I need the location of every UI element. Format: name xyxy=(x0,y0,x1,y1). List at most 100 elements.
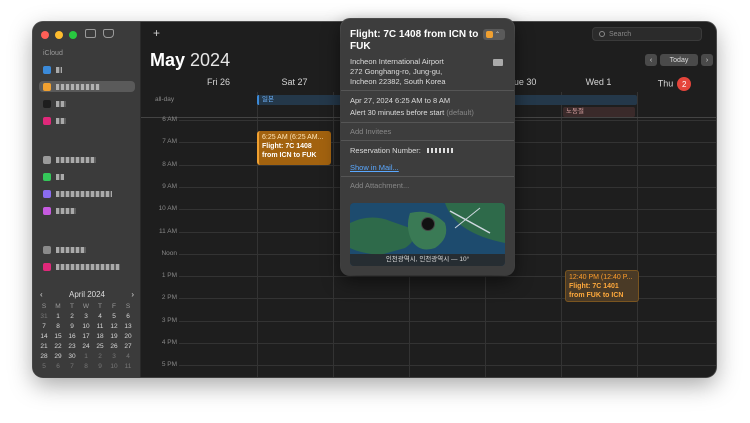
mini-day[interactable]: 15 xyxy=(51,332,65,341)
mini-day[interactable]: 5 xyxy=(107,312,121,321)
mini-day[interactable]: 1 xyxy=(79,352,93,361)
year-label: 2024 xyxy=(190,50,231,70)
mini-day[interactable]: 11 xyxy=(93,322,107,331)
location-address-line2: Incheon 22382, South Korea xyxy=(350,77,446,86)
prev-week-button[interactable]: ‹ xyxy=(645,54,657,66)
add-attachment-field[interactable]: Add Attachment... xyxy=(350,181,409,190)
calendar-item[interactable] xyxy=(43,244,86,255)
calendar-checkbox[interactable] xyxy=(43,172,51,181)
mini-day[interactable]: 6 xyxy=(51,362,65,371)
mini-day[interactable]: 31 xyxy=(37,312,51,321)
mini-day[interactable]: 22 xyxy=(51,342,65,351)
calendar-item[interactable] xyxy=(43,115,66,126)
mini-day[interactable]: 19 xyxy=(107,332,121,341)
inbox-icon[interactable] xyxy=(103,29,114,38)
calendar-name-redacted xyxy=(56,173,64,180)
mini-day[interactable]: 20 xyxy=(121,332,135,341)
mini-day[interactable]: 1 xyxy=(51,312,65,321)
video-camera-icon[interactable] xyxy=(493,59,503,66)
mini-day[interactable]: 24 xyxy=(79,342,93,351)
popover-date[interactable]: Apr 27, 2024 6:25 AM to 8 AM xyxy=(350,96,450,105)
mini-day[interactable]: 16 xyxy=(65,332,79,341)
calendar-checkbox[interactable] xyxy=(43,65,51,74)
calendar-checkbox[interactable] xyxy=(43,82,51,91)
mini-day[interactable]: 11 xyxy=(121,362,135,371)
calendar-color-picker[interactable]: ⌃ xyxy=(483,29,505,40)
close-button[interactable] xyxy=(41,31,49,39)
today-button[interactable]: Today xyxy=(660,54,698,66)
mini-next-button[interactable]: › xyxy=(131,290,134,299)
calendar-checkbox[interactable] xyxy=(43,116,51,125)
mini-day[interactable]: 8 xyxy=(51,322,65,331)
mini-day[interactable]: 25 xyxy=(93,342,107,351)
mini-day[interactable]: 4 xyxy=(93,312,107,321)
calendar-item[interactable] xyxy=(39,81,135,92)
mini-day[interactable]: 7 xyxy=(65,362,79,371)
mini-day[interactable]: 27 xyxy=(121,342,135,351)
day-header[interactable]: Wed 1 xyxy=(561,77,636,87)
mini-day[interactable]: 18 xyxy=(93,332,107,341)
mini-weekday: S xyxy=(125,303,131,310)
calendar-checkbox[interactable] xyxy=(43,155,51,164)
day-header[interactable]: Fri 26 xyxy=(181,77,256,87)
event-title: Flight: 7C 1408 xyxy=(262,143,312,150)
calendar-item[interactable] xyxy=(43,98,66,109)
mini-day[interactable]: 3 xyxy=(79,312,93,321)
search-field[interactable]: Search xyxy=(592,27,702,41)
event-flight-7c1408[interactable]: 6:25 AM (6:25 AM... Flight: 7C 1408 from… xyxy=(257,131,331,165)
minimize-button[interactable] xyxy=(55,31,63,39)
mini-day[interactable]: 23 xyxy=(65,342,79,351)
calendar-item[interactable] xyxy=(43,188,112,199)
add-invitees-field[interactable]: Add Invitees xyxy=(350,127,391,136)
mini-day[interactable]: 2 xyxy=(65,312,79,321)
calendar-item[interactable] xyxy=(43,261,120,272)
zoom-button[interactable] xyxy=(69,31,77,39)
mini-day[interactable]: 14 xyxy=(37,332,51,341)
event-time: 6:25 AM (6:25 AM... xyxy=(262,134,324,141)
mini-day[interactable]: 13 xyxy=(121,322,135,331)
calendar-list-icon[interactable] xyxy=(85,29,96,38)
hour-line xyxy=(179,343,716,344)
mini-day[interactable]: 3 xyxy=(107,352,121,361)
mini-day[interactable]: 9 xyxy=(65,322,79,331)
mini-day[interactable]: 29 xyxy=(51,352,65,361)
calendar-checkbox[interactable] xyxy=(43,262,51,271)
mini-day[interactable]: 10 xyxy=(79,322,93,331)
mini-day[interactable]: 30 xyxy=(65,352,79,361)
calendar-checkbox[interactable] xyxy=(43,206,51,215)
day-header[interactable]: Sat 27 xyxy=(257,77,332,87)
mini-day[interactable]: 7 xyxy=(37,322,51,331)
calendar-checkbox[interactable] xyxy=(43,99,51,108)
popover-title[interactable]: Flight: 7C 1408 from ICN to FUK xyxy=(350,29,480,53)
mini-day[interactable]: 10 xyxy=(107,362,121,371)
mini-day[interactable]: 8 xyxy=(79,362,93,371)
popover-location[interactable]: Incheon International Airport 272 Gongha… xyxy=(350,57,485,87)
location-map[interactable]: 인천광역시, 인천광역시 — 10° xyxy=(350,203,505,266)
add-event-button[interactable]: + xyxy=(153,26,160,40)
map-caption: 인천광역시, 인천광역시 — 10° xyxy=(350,254,505,266)
mini-day[interactable]: 4 xyxy=(121,352,135,361)
mini-day[interactable]: 21 xyxy=(37,342,51,351)
day-header[interactable]: Thu 2 xyxy=(637,77,712,91)
mini-day[interactable]: 28 xyxy=(37,352,51,361)
calendar-checkbox[interactable] xyxy=(43,189,51,198)
mini-day[interactable]: 17 xyxy=(79,332,93,341)
calendar-item[interactable] xyxy=(43,171,64,182)
mini-day[interactable]: 2 xyxy=(93,352,107,361)
show-in-mail-link[interactable]: Show in Mail... xyxy=(350,163,399,172)
popover-alert[interactable]: Alert 30 minutes before start (default) xyxy=(350,108,474,117)
calendar-item[interactable] xyxy=(43,64,62,75)
mini-day[interactable]: 6 xyxy=(121,312,135,321)
next-week-button[interactable]: › xyxy=(701,54,713,66)
allday-event-labor-day[interactable]: 노동절 xyxy=(563,107,635,117)
mini-day[interactable]: 26 xyxy=(107,342,121,351)
mini-day[interactable]: 9 xyxy=(93,362,107,371)
mini-day[interactable]: 5 xyxy=(37,362,51,371)
calendar-item[interactable] xyxy=(43,154,96,165)
calendar-checkbox[interactable] xyxy=(43,245,51,254)
mini-prev-button[interactable]: ‹ xyxy=(40,290,43,299)
mini-day[interactable]: 12 xyxy=(107,322,121,331)
event-flight-7c1401[interactable]: 12:40 PM (12:40 P... Flight: 7C 1401 fro… xyxy=(565,270,639,302)
hour-line xyxy=(179,320,716,322)
calendar-item[interactable] xyxy=(43,205,76,216)
